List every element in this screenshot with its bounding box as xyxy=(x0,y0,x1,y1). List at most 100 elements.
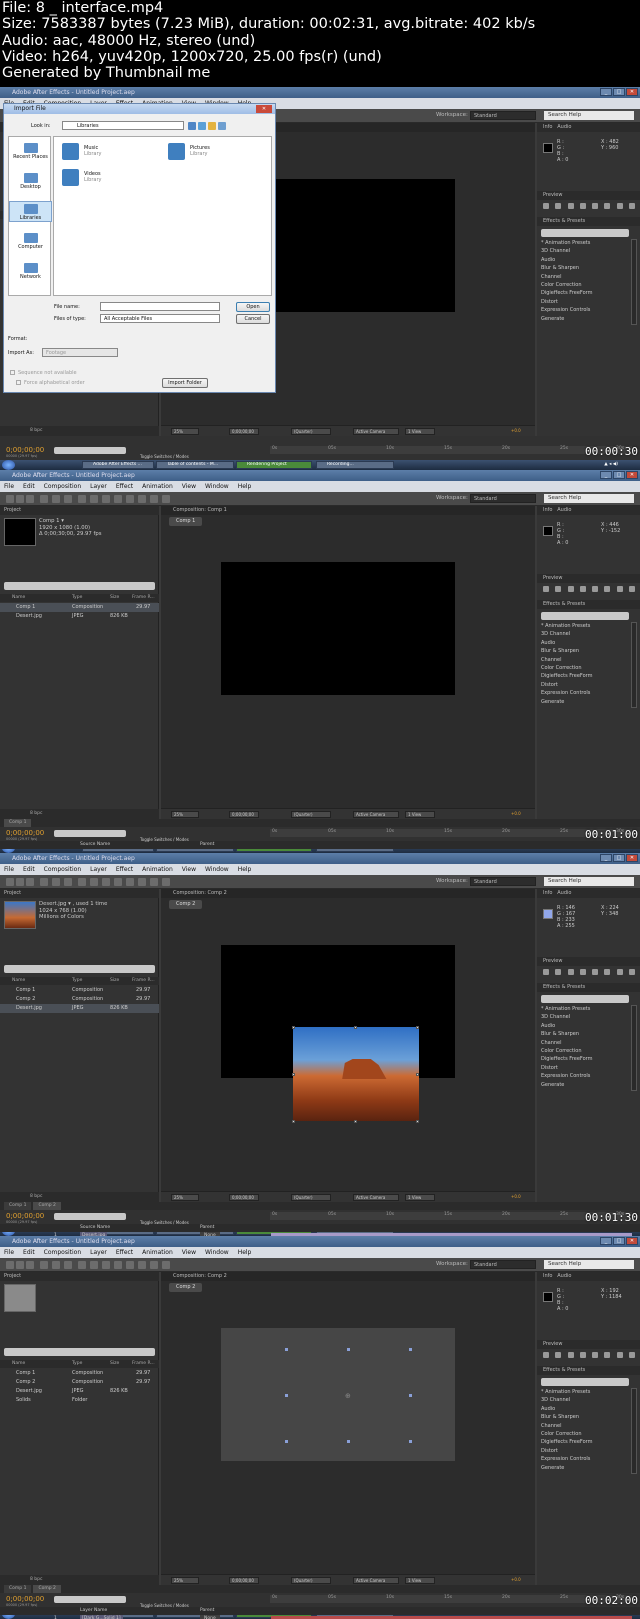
effect-category[interactable]: Blur & Sharpen xyxy=(541,1030,593,1038)
puppet-tool-icon[interactable] xyxy=(162,878,170,886)
project-item[interactable]: Solids Folder xyxy=(0,1396,159,1405)
menu-animation[interactable]: Animation xyxy=(142,481,173,492)
pen-tool-icon[interactable] xyxy=(90,495,98,503)
resolution-select[interactable]: (Quarter) xyxy=(291,428,331,435)
project-search-input[interactable] xyxy=(4,1348,155,1356)
search-help-input[interactable]: Search Help xyxy=(544,494,634,503)
library-pictures[interactable]: Pictures Library xyxy=(168,143,258,163)
pen-tool-icon[interactable] xyxy=(90,1261,98,1269)
project-search-input[interactable] xyxy=(4,582,155,590)
place-computer[interactable]: Computer xyxy=(9,231,52,250)
camera-select[interactable]: Active Camera xyxy=(353,428,399,435)
menu-effect[interactable]: Effect xyxy=(116,481,133,492)
import-folder-button[interactable]: Import Folder xyxy=(162,378,208,388)
menu-composition[interactable]: Composition xyxy=(44,481,81,492)
effect-category[interactable]: Audio xyxy=(541,1405,593,1413)
project-tab[interactable]: Project xyxy=(0,889,159,898)
resolution-select[interactable]: (Quarter) xyxy=(291,1194,331,1201)
exposure-value[interactable]: +0.0 xyxy=(509,811,529,818)
timeline-timecode[interactable]: 0;00;00;00 xyxy=(6,1595,44,1603)
project-item[interactable]: Comp 1 Composition 29.97 xyxy=(0,603,159,612)
effect-category[interactable]: Generate xyxy=(541,1464,593,1472)
composition-tab[interactable]: Composition: Comp 2 xyxy=(161,889,535,898)
hand-tool-icon[interactable] xyxy=(16,878,24,886)
place-network[interactable]: Network xyxy=(9,261,52,280)
timeline-layer-row[interactable]: 1 Desert.jpg None xyxy=(0,1232,640,1236)
eraser-tool-icon[interactable] xyxy=(138,878,146,886)
timeline-tab[interactable]: Comp 2 xyxy=(33,1585,61,1593)
menu-edit[interactable]: Edit xyxy=(23,864,35,875)
play-icon[interactable] xyxy=(567,586,574,592)
search-help-input[interactable]: Search Help xyxy=(544,111,634,120)
composition-tab[interactable]: Composition: Comp 2 xyxy=(161,1272,535,1281)
transform-handle[interactable] xyxy=(292,1120,295,1123)
view-count-select[interactable]: 1 View xyxy=(405,428,435,435)
effect-category[interactable]: Color Correction xyxy=(541,664,593,672)
col-size[interactable]: Size xyxy=(110,594,119,602)
transform-handle[interactable] xyxy=(292,1026,295,1029)
menu-file[interactable]: File xyxy=(4,481,14,492)
zoom-select[interactable]: 25% xyxy=(171,428,199,435)
time-ruler[interactable]: 0s 05s 10s 15s 20s 25s 30s xyxy=(270,829,632,837)
col-type[interactable]: Type xyxy=(72,594,82,602)
camera-select[interactable]: Active Camera xyxy=(353,1577,399,1584)
info-tab-label[interactable]: Info xyxy=(543,507,552,513)
current-time[interactable]: 0;00;00;00 xyxy=(229,1577,259,1584)
text-tool-icon[interactable] xyxy=(102,878,110,886)
files-of-type-select[interactable]: All Acceptable Files xyxy=(100,314,220,323)
menu-edit[interactable]: Edit xyxy=(23,1247,35,1258)
last-frame-icon[interactable] xyxy=(592,586,599,592)
view-count-select[interactable]: 1 View xyxy=(405,811,435,818)
effect-category[interactable]: Channel xyxy=(541,273,593,281)
info-tab-label[interactable]: Info xyxy=(543,890,552,896)
effect-category[interactable]: Generate xyxy=(541,1081,593,1089)
hand-tool-icon[interactable] xyxy=(16,495,24,503)
loop-icon[interactable] xyxy=(616,586,623,592)
effect-category[interactable]: Generate xyxy=(541,315,593,323)
layer-name[interactable]: [Dark G...Solid 1] xyxy=(80,1615,123,1619)
play-icon[interactable] xyxy=(567,203,574,209)
effect-category[interactable]: 3D Channel xyxy=(541,1396,593,1404)
col-type[interactable]: Type xyxy=(72,977,82,985)
back-icon[interactable] xyxy=(188,122,196,130)
brush-tool-icon[interactable] xyxy=(114,878,122,886)
clone-tool-icon[interactable] xyxy=(126,1261,134,1269)
selection-tool-icon[interactable] xyxy=(6,1261,14,1269)
prev-frame-icon[interactable] xyxy=(555,969,562,975)
zoom-select[interactable]: 25% xyxy=(171,1194,199,1201)
close-button[interactable]: ✕ xyxy=(626,471,638,479)
pan-tool-icon[interactable] xyxy=(64,495,72,503)
menu-help[interactable]: Help xyxy=(238,481,252,492)
audio-tab-label[interactable]: Audio xyxy=(557,890,571,896)
resolution-select[interactable]: (Quarter) xyxy=(291,811,331,818)
first-frame-icon[interactable] xyxy=(543,586,549,592)
pan-tool-icon[interactable] xyxy=(64,878,72,886)
rotate-tool-icon[interactable] xyxy=(40,878,48,886)
effect-category[interactable]: Channel xyxy=(541,1422,593,1430)
current-time[interactable]: 0;00;00;00 xyxy=(229,811,259,818)
first-frame-icon[interactable] xyxy=(543,969,549,975)
project-item[interactable]: Desert.jpg JPEG 826 KB xyxy=(0,612,159,621)
menu-window[interactable]: Window xyxy=(205,1247,229,1258)
transform-handle[interactable] xyxy=(409,1440,412,1443)
timeline-layer-row[interactable]: 1 [Dark G...Solid 1] None xyxy=(0,1615,640,1619)
menu-help[interactable]: Help xyxy=(238,1247,252,1258)
prev-frame-icon[interactable] xyxy=(555,586,562,592)
maximize-button[interactable]: □ xyxy=(613,854,625,862)
effect-category[interactable]: Digieffects FreeForm xyxy=(541,289,593,297)
maximize-button[interactable]: □ xyxy=(613,471,625,479)
search-help-input[interactable]: Search Help xyxy=(544,1260,634,1269)
layer-name-column[interactable]: Source Name xyxy=(80,841,110,849)
bpc-label[interactable]: 8 bpc xyxy=(30,1577,42,1582)
composition-tab[interactable]: Composition: Comp 1 xyxy=(161,506,535,515)
puppet-tool-icon[interactable] xyxy=(162,495,170,503)
camera-tool-icon[interactable] xyxy=(52,878,60,886)
effects-tab[interactable]: Effects & Presets xyxy=(537,217,640,226)
zoom-select[interactable]: 25% xyxy=(171,811,199,818)
project-item[interactable]: Desert.jpg JPEG 826 KB xyxy=(0,1387,159,1396)
transform-handle[interactable] xyxy=(409,1348,412,1351)
transform-handle[interactable] xyxy=(354,1026,357,1029)
timeline-search-input[interactable] xyxy=(54,830,126,837)
timeline-search-input[interactable] xyxy=(54,1596,126,1603)
rectangle-tool-icon[interactable] xyxy=(78,878,86,886)
